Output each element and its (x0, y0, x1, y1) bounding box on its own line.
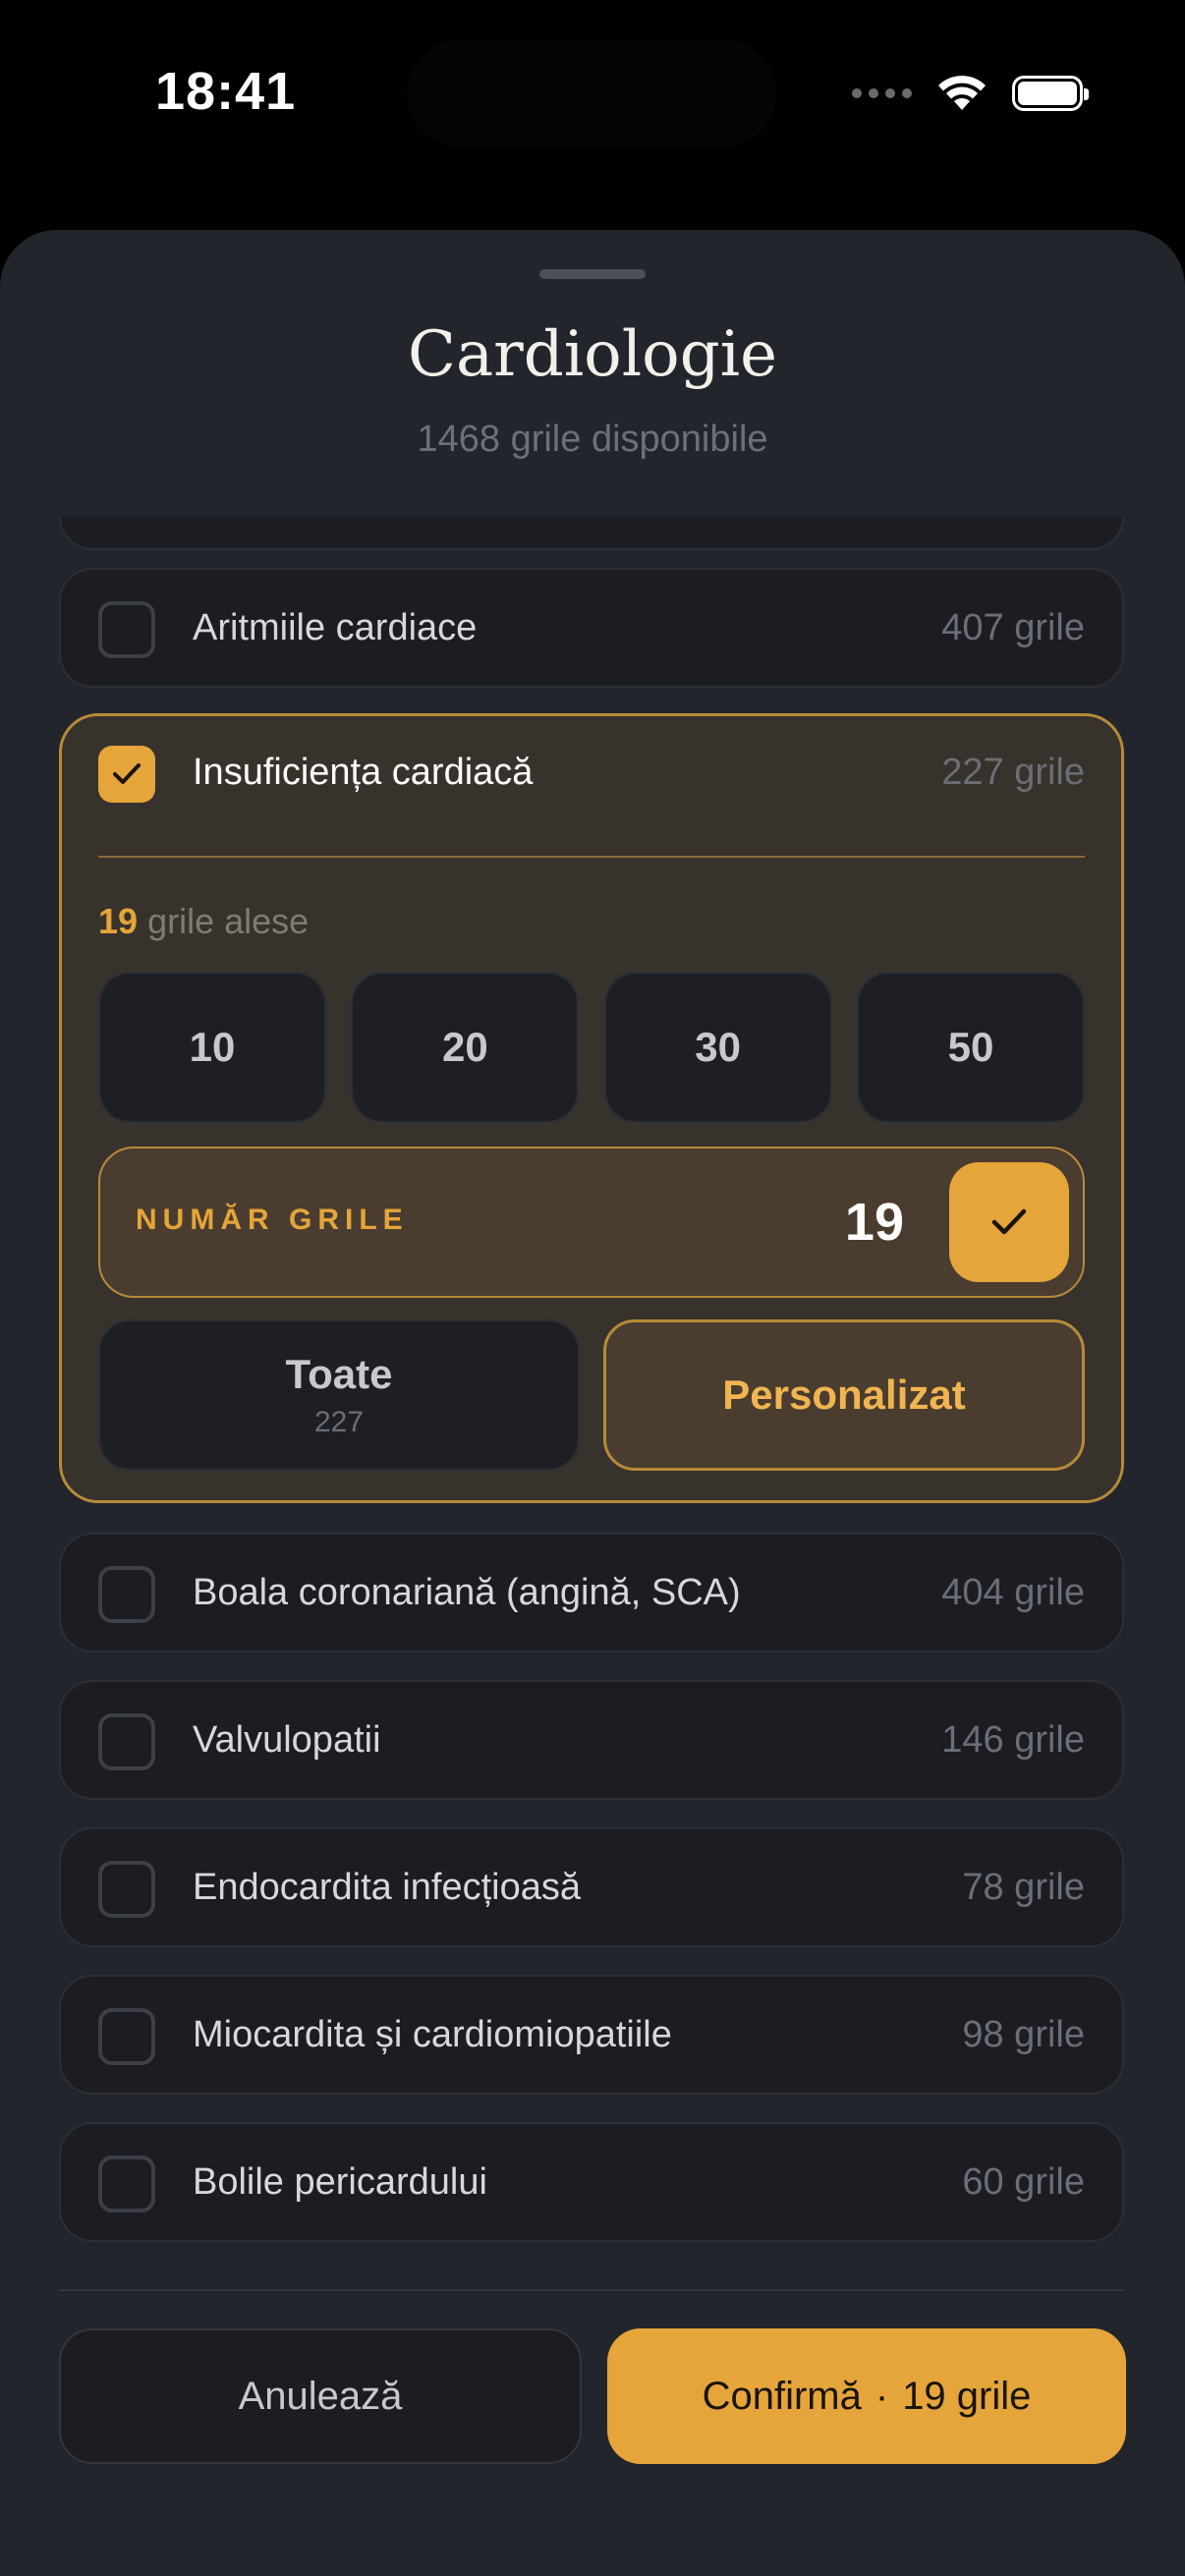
cancel-button[interactable]: Anulează (59, 2328, 582, 2464)
mode-all-label: Toate (285, 1351, 393, 1397)
topic-checkbox[interactable] (98, 1566, 155, 1623)
topic-row[interactable]: Bolile pericardului 60 grile (59, 2122, 1124, 2242)
divider (98, 856, 1085, 858)
topic-label: Boala coronariană (angină, SCA) (193, 1572, 741, 1613)
question-count-label: NUMĂR GRILE (136, 1204, 409, 1236)
confirm-button[interactable]: Confirmă · 19 grile (607, 2328, 1126, 2464)
check-icon (113, 763, 141, 784)
footer-divider (59, 2289, 1124, 2291)
topic-label: Miocardita și cardiomiopatiile (193, 2014, 672, 2055)
topic-row[interactable]: Miocardita și cardiomiopatiile 98 grile (59, 1975, 1124, 2095)
screen: 18:41 Cardiologie 1468 grile disponibile (0, 0, 1185, 2576)
mode-all-count: 227 (313, 1406, 365, 1438)
topic-label: Valvulopatii (193, 1719, 381, 1761)
topic-label: Insuficiența cardiacă (193, 752, 534, 793)
topic-label: Endocardita infecțioasă (193, 1867, 582, 1908)
topic-row[interactable]: Endocardita infecțioasă 78 grile (59, 1827, 1124, 1947)
question-count-field[interactable]: NUMĂR GRILE 19 (98, 1147, 1085, 1298)
topic-checkbox[interactable] (98, 601, 155, 658)
bottom-sheet: Cardiologie 1468 grile disponibile Aritm… (0, 230, 1185, 2576)
topic-label: Aritmiile cardiace (193, 607, 478, 648)
topic-row[interactable]: Valvulopatii 146 grile (59, 1680, 1124, 1800)
topic-count: 98 grile (962, 2014, 1085, 2055)
topic-list[interactable]: Aritmiile cardiace 407 grile Insuficienț… (0, 517, 1185, 2344)
mode-selector: Toate 227 Personalizat (98, 1319, 1085, 1471)
chosen-summary: 19 grile alese (98, 901, 309, 942)
preset-button-10[interactable]: 10 (98, 972, 326, 1123)
check-icon (991, 1208, 1027, 1235)
mode-all-button[interactable]: Toate 227 (98, 1319, 580, 1471)
status-icons (852, 75, 1089, 112)
battery-icon (1012, 76, 1089, 111)
chosen-label: grile alese (147, 901, 310, 941)
topic-count: 60 grile (962, 2161, 1085, 2203)
topic-checkbox[interactable] (98, 2156, 155, 2212)
question-count-value[interactable]: 19 (845, 1192, 904, 1253)
wifi-icon (938, 76, 986, 110)
topic-count: 404 grile (941, 1572, 1085, 1613)
topic-count: 407 grile (941, 607, 1085, 648)
preset-button-50[interactable]: 50 (856, 972, 1085, 1123)
topic-checkbox[interactable] (98, 1713, 155, 1770)
chosen-count: 19 (98, 901, 139, 941)
dynamic-island (407, 39, 776, 147)
question-count-confirm-button[interactable] (949, 1162, 1069, 1282)
topic-row[interactable]: Boala coronariană (angină, SCA) 404 gril… (59, 1533, 1124, 1652)
preset-buttons: 10 20 30 50 (98, 972, 1085, 1123)
status-bar: 18:41 (0, 0, 1185, 196)
confirm-separator: · (875, 2374, 889, 2418)
topic-count: 146 grile (941, 1719, 1085, 1761)
preset-button-20[interactable]: 20 (351, 972, 580, 1123)
sheet-grabber[interactable] (539, 269, 646, 279)
topic-checkbox[interactable] (98, 1861, 155, 1918)
confirm-count: 19 grile (902, 2374, 1032, 2418)
sheet-subtitle: 1468 grile disponibile (417, 419, 768, 460)
topic-count: 78 grile (962, 1867, 1085, 1908)
topic-row[interactable]: Aritmiile cardiace 407 grile (59, 568, 1124, 688)
topic-checkbox[interactable] (98, 2008, 155, 2065)
preset-button-30[interactable]: 30 (603, 972, 832, 1123)
topic-count: 227 grile (941, 752, 1085, 793)
sheet-title: Cardiologie (408, 318, 777, 391)
status-time: 18:41 (155, 62, 297, 121)
topic-row-selected[interactable]: Insuficiența cardiacă 227 grile 19 grile… (59, 713, 1124, 1503)
topic-checkbox-checked[interactable] (98, 746, 155, 803)
topic-label: Bolile pericardului (193, 2161, 487, 2203)
confirm-label: Confirmă (702, 2374, 862, 2418)
mode-custom-button[interactable]: Personalizat (603, 1319, 1085, 1471)
cellular-dots-icon (852, 88, 912, 98)
topic-row-partial[interactable] (59, 517, 1124, 550)
